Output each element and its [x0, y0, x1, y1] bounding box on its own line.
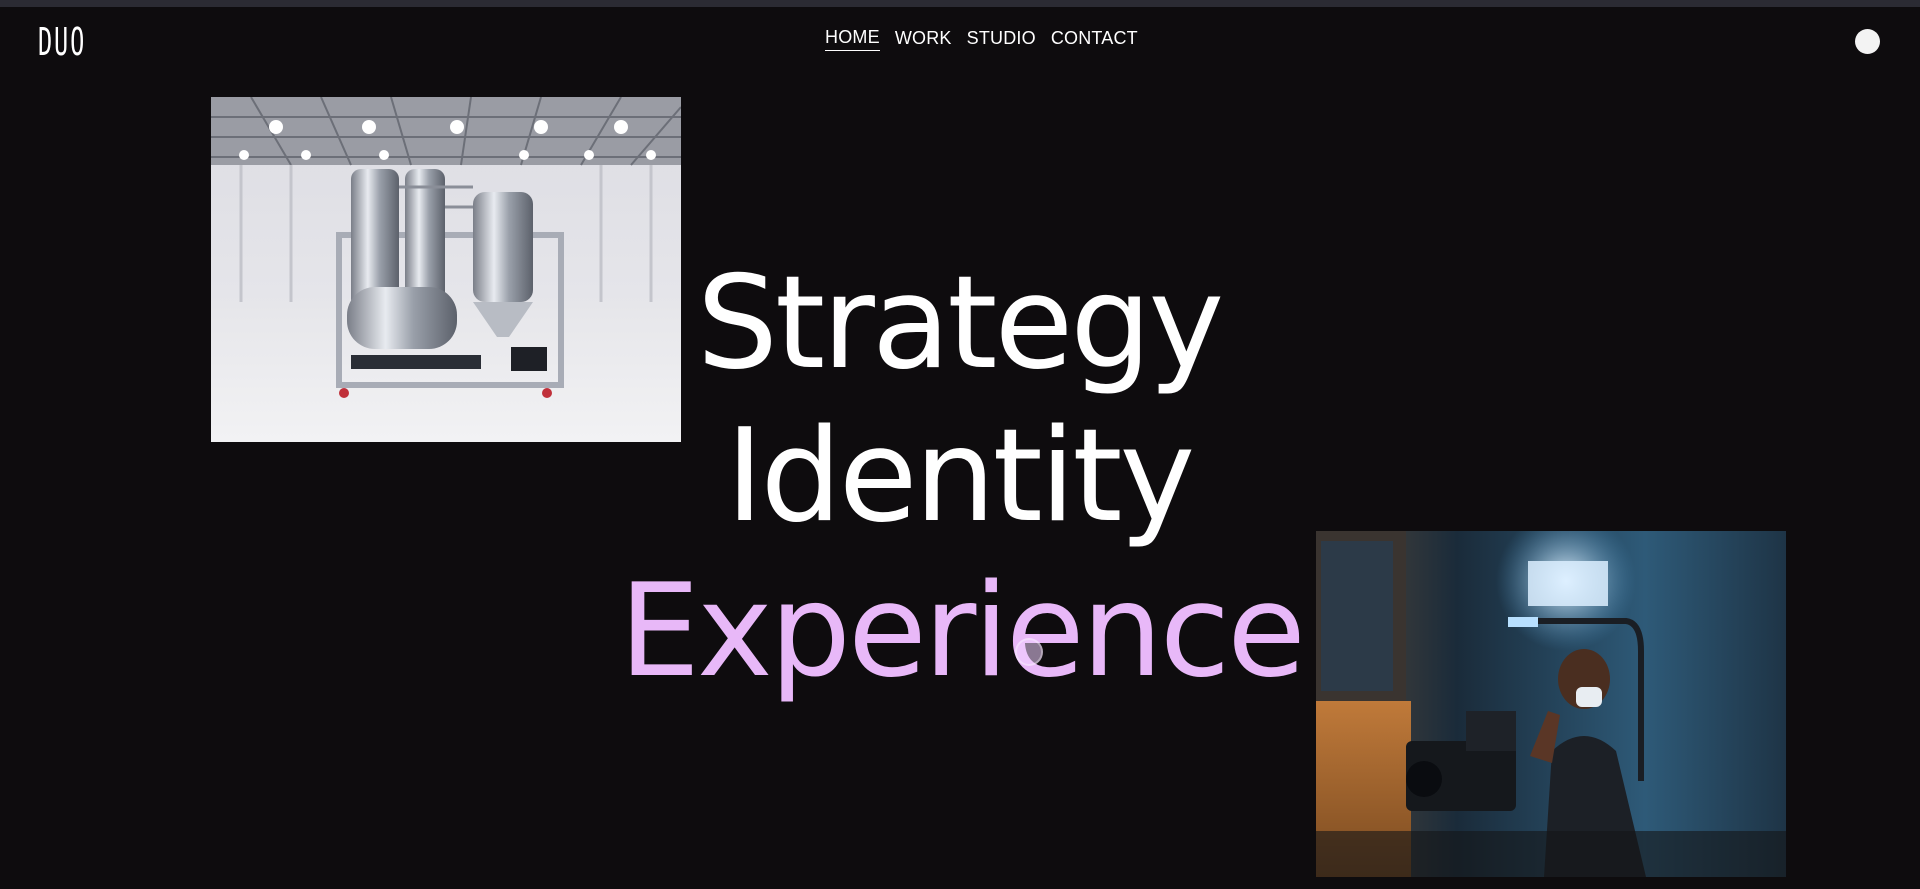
- nav-contact[interactable]: CONTACT: [1051, 28, 1138, 51]
- industrial-machine-photo[interactable]: [211, 97, 681, 442]
- main-nav: HOME WORK STUDIO CONTACT: [825, 26, 1138, 52]
- page: DUO HOME WORK STUDIO CONTACT Strategy Id…: [0, 0, 1920, 889]
- nav-studio[interactable]: STUDIO: [967, 28, 1036, 51]
- nav-home[interactable]: HOME: [825, 27, 880, 51]
- cursor-follower-icon: [1015, 638, 1043, 666]
- menu-circle-icon[interactable]: [1855, 29, 1880, 54]
- window-top-strip: [0, 0, 1920, 7]
- logo[interactable]: DUO: [38, 20, 86, 64]
- camera-operator-photo[interactable]: [1316, 531, 1786, 877]
- nav-work[interactable]: WORK: [895, 28, 952, 51]
